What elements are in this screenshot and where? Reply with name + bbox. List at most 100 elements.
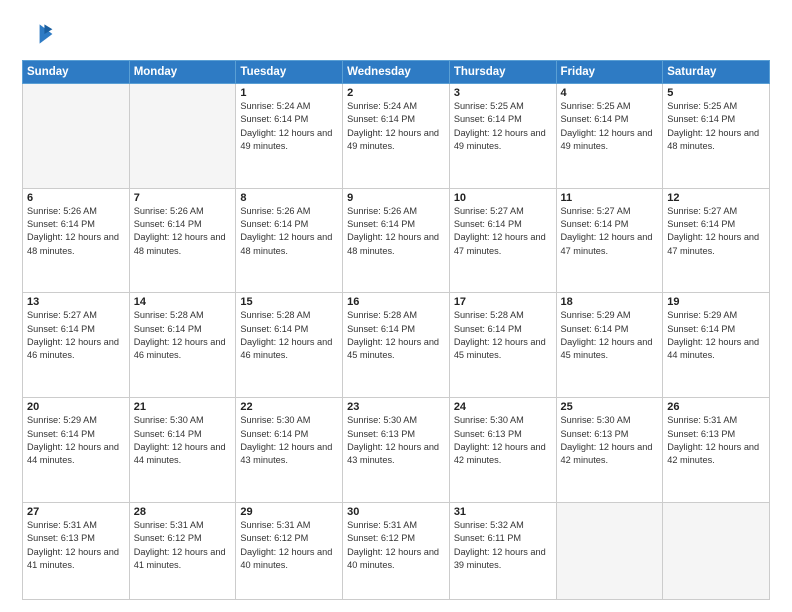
calendar-cell: 24Sunrise: 5:30 AM Sunset: 6:13 PM Dayli…: [449, 398, 556, 503]
calendar-cell: 16Sunrise: 5:28 AM Sunset: 6:14 PM Dayli…: [343, 293, 450, 398]
day-info: Sunrise: 5:28 AM Sunset: 6:14 PM Dayligh…: [454, 309, 552, 362]
day-number: 15: [240, 296, 338, 308]
day-info: Sunrise: 5:31 AM Sunset: 6:12 PM Dayligh…: [347, 519, 445, 572]
day-info: Sunrise: 5:28 AM Sunset: 6:14 PM Dayligh…: [134, 309, 232, 362]
calendar-cell: 15Sunrise: 5:28 AM Sunset: 6:14 PM Dayli…: [236, 293, 343, 398]
day-number: 13: [27, 296, 125, 308]
day-info: Sunrise: 5:27 AM Sunset: 6:14 PM Dayligh…: [667, 205, 765, 258]
day-info: Sunrise: 5:28 AM Sunset: 6:14 PM Dayligh…: [240, 309, 338, 362]
day-number: 29: [240, 506, 338, 518]
day-number: 4: [561, 87, 659, 99]
calendar-cell: 26Sunrise: 5:31 AM Sunset: 6:13 PM Dayli…: [663, 398, 770, 503]
calendar-cell: 29Sunrise: 5:31 AM Sunset: 6:12 PM Dayli…: [236, 502, 343, 599]
day-number: 19: [667, 296, 765, 308]
day-number: 3: [454, 87, 552, 99]
calendar-table: SundayMondayTuesdayWednesdayThursdayFrid…: [22, 60, 770, 600]
calendar-cell: 19Sunrise: 5:29 AM Sunset: 6:14 PM Dayli…: [663, 293, 770, 398]
day-info: Sunrise: 5:32 AM Sunset: 6:11 PM Dayligh…: [454, 519, 552, 572]
day-number: 12: [667, 192, 765, 204]
calendar-header-saturday: Saturday: [663, 61, 770, 84]
day-info: Sunrise: 5:30 AM Sunset: 6:13 PM Dayligh…: [561, 414, 659, 467]
day-number: 1: [240, 87, 338, 99]
day-number: 7: [134, 192, 232, 204]
calendar-header-tuesday: Tuesday: [236, 61, 343, 84]
calendar-header-wednesday: Wednesday: [343, 61, 450, 84]
calendar-cell: 11Sunrise: 5:27 AM Sunset: 6:14 PM Dayli…: [556, 188, 663, 293]
calendar-cell: 20Sunrise: 5:29 AM Sunset: 6:14 PM Dayli…: [23, 398, 130, 503]
day-info: Sunrise: 5:24 AM Sunset: 6:14 PM Dayligh…: [240, 100, 338, 153]
day-info: Sunrise: 5:25 AM Sunset: 6:14 PM Dayligh…: [561, 100, 659, 153]
calendar-cell: [129, 84, 236, 189]
day-info: Sunrise: 5:27 AM Sunset: 6:14 PM Dayligh…: [454, 205, 552, 258]
calendar-cell: 4Sunrise: 5:25 AM Sunset: 6:14 PM Daylig…: [556, 84, 663, 189]
calendar-header-thursday: Thursday: [449, 61, 556, 84]
day-number: 27: [27, 506, 125, 518]
day-number: 25: [561, 401, 659, 413]
calendar-cell: 25Sunrise: 5:30 AM Sunset: 6:13 PM Dayli…: [556, 398, 663, 503]
day-info: Sunrise: 5:26 AM Sunset: 6:14 PM Dayligh…: [347, 205, 445, 258]
calendar-cell: 8Sunrise: 5:26 AM Sunset: 6:14 PM Daylig…: [236, 188, 343, 293]
day-info: Sunrise: 5:31 AM Sunset: 6:12 PM Dayligh…: [134, 519, 232, 572]
day-number: 21: [134, 401, 232, 413]
day-number: 28: [134, 506, 232, 518]
day-info: Sunrise: 5:29 AM Sunset: 6:14 PM Dayligh…: [667, 309, 765, 362]
day-info: Sunrise: 5:29 AM Sunset: 6:14 PM Dayligh…: [27, 414, 125, 467]
calendar-week-3: 20Sunrise: 5:29 AM Sunset: 6:14 PM Dayli…: [23, 398, 770, 503]
calendar-week-2: 13Sunrise: 5:27 AM Sunset: 6:14 PM Dayli…: [23, 293, 770, 398]
day-info: Sunrise: 5:28 AM Sunset: 6:14 PM Dayligh…: [347, 309, 445, 362]
calendar-cell: 9Sunrise: 5:26 AM Sunset: 6:14 PM Daylig…: [343, 188, 450, 293]
calendar-cell: [23, 84, 130, 189]
day-number: 9: [347, 192, 445, 204]
day-info: Sunrise: 5:27 AM Sunset: 6:14 PM Dayligh…: [27, 309, 125, 362]
day-number: 8: [240, 192, 338, 204]
calendar-cell: 30Sunrise: 5:31 AM Sunset: 6:12 PM Dayli…: [343, 502, 450, 599]
calendar-cell: 10Sunrise: 5:27 AM Sunset: 6:14 PM Dayli…: [449, 188, 556, 293]
page: SundayMondayTuesdayWednesdayThursdayFrid…: [0, 0, 792, 612]
day-info: Sunrise: 5:24 AM Sunset: 6:14 PM Dayligh…: [347, 100, 445, 153]
calendar-cell: 1Sunrise: 5:24 AM Sunset: 6:14 PM Daylig…: [236, 84, 343, 189]
day-number: 14: [134, 296, 232, 308]
day-number: 18: [561, 296, 659, 308]
calendar-cell: [663, 502, 770, 599]
calendar-cell: 18Sunrise: 5:29 AM Sunset: 6:14 PM Dayli…: [556, 293, 663, 398]
calendar-week-1: 6Sunrise: 5:26 AM Sunset: 6:14 PM Daylig…: [23, 188, 770, 293]
calendar-cell: 6Sunrise: 5:26 AM Sunset: 6:14 PM Daylig…: [23, 188, 130, 293]
day-number: 23: [347, 401, 445, 413]
calendar-cell: 31Sunrise: 5:32 AM Sunset: 6:11 PM Dayli…: [449, 502, 556, 599]
day-info: Sunrise: 5:26 AM Sunset: 6:14 PM Dayligh…: [240, 205, 338, 258]
calendar-cell: 2Sunrise: 5:24 AM Sunset: 6:14 PM Daylig…: [343, 84, 450, 189]
calendar-header-row: SundayMondayTuesdayWednesdayThursdayFrid…: [23, 61, 770, 84]
day-info: Sunrise: 5:31 AM Sunset: 6:13 PM Dayligh…: [27, 519, 125, 572]
day-number: 16: [347, 296, 445, 308]
calendar-cell: [556, 502, 663, 599]
day-number: 26: [667, 401, 765, 413]
calendar-cell: 17Sunrise: 5:28 AM Sunset: 6:14 PM Dayli…: [449, 293, 556, 398]
day-number: 30: [347, 506, 445, 518]
calendar-cell: 21Sunrise: 5:30 AM Sunset: 6:14 PM Dayli…: [129, 398, 236, 503]
calendar-cell: 13Sunrise: 5:27 AM Sunset: 6:14 PM Dayli…: [23, 293, 130, 398]
day-info: Sunrise: 5:26 AM Sunset: 6:14 PM Dayligh…: [27, 205, 125, 258]
day-number: 17: [454, 296, 552, 308]
calendar-cell: 28Sunrise: 5:31 AM Sunset: 6:12 PM Dayli…: [129, 502, 236, 599]
calendar-week-0: 1Sunrise: 5:24 AM Sunset: 6:14 PM Daylig…: [23, 84, 770, 189]
day-info: Sunrise: 5:31 AM Sunset: 6:12 PM Dayligh…: [240, 519, 338, 572]
logo-icon: [22, 18, 54, 50]
calendar-cell: 14Sunrise: 5:28 AM Sunset: 6:14 PM Dayli…: [129, 293, 236, 398]
day-info: Sunrise: 5:30 AM Sunset: 6:13 PM Dayligh…: [454, 414, 552, 467]
day-number: 10: [454, 192, 552, 204]
calendar-cell: 5Sunrise: 5:25 AM Sunset: 6:14 PM Daylig…: [663, 84, 770, 189]
day-info: Sunrise: 5:26 AM Sunset: 6:14 PM Dayligh…: [134, 205, 232, 258]
day-number: 2: [347, 87, 445, 99]
day-number: 5: [667, 87, 765, 99]
day-info: Sunrise: 5:27 AM Sunset: 6:14 PM Dayligh…: [561, 205, 659, 258]
day-number: 24: [454, 401, 552, 413]
day-info: Sunrise: 5:30 AM Sunset: 6:14 PM Dayligh…: [134, 414, 232, 467]
calendar-cell: 23Sunrise: 5:30 AM Sunset: 6:13 PM Dayli…: [343, 398, 450, 503]
day-info: Sunrise: 5:25 AM Sunset: 6:14 PM Dayligh…: [454, 100, 552, 153]
day-number: 11: [561, 192, 659, 204]
logo: [22, 18, 58, 50]
calendar-week-4: 27Sunrise: 5:31 AM Sunset: 6:13 PM Dayli…: [23, 502, 770, 599]
calendar-cell: 7Sunrise: 5:26 AM Sunset: 6:14 PM Daylig…: [129, 188, 236, 293]
calendar-cell: 27Sunrise: 5:31 AM Sunset: 6:13 PM Dayli…: [23, 502, 130, 599]
calendar-cell: 22Sunrise: 5:30 AM Sunset: 6:14 PM Dayli…: [236, 398, 343, 503]
